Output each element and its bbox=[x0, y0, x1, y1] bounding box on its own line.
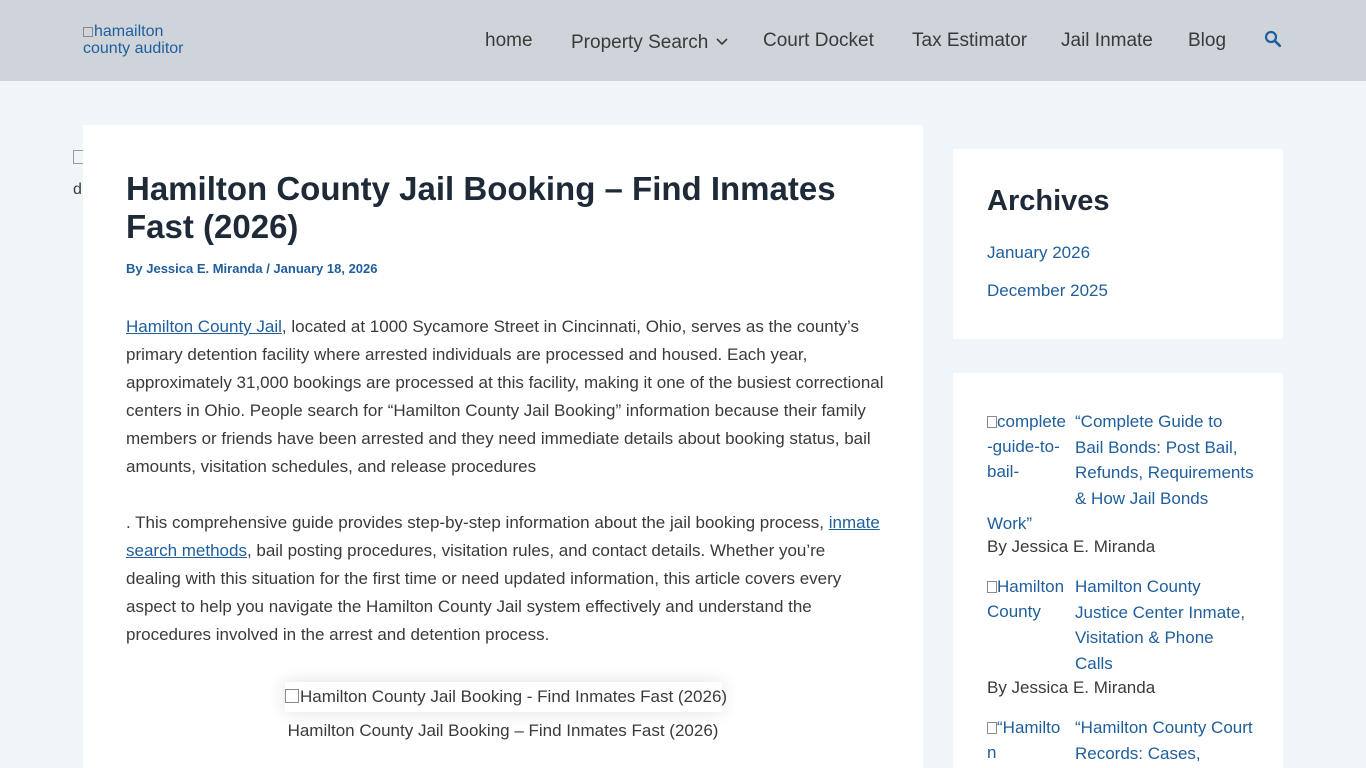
broken-side-image: d bbox=[73, 150, 83, 200]
search-icon[interactable] bbox=[1264, 30, 1282, 48]
post-title-link[interactable]: “Hamilton County Court Records: Cases, bbox=[1075, 715, 1255, 766]
post-title-link[interactable]: “Complete Guide to Bail Bonds: Post Bail… bbox=[1075, 409, 1255, 511]
meta-separator: / bbox=[262, 261, 274, 276]
archives-widget: Archives January 2026 December 2025 bbox=[953, 149, 1283, 339]
post-title-link[interactable]: Hamilton County Justice Center Inmate, V… bbox=[1075, 574, 1255, 676]
post-thumbnail[interactable]: complete-guide-to-bail- bbox=[987, 409, 1067, 484]
thumbnail-alt: complete-guide-to-bail- bbox=[987, 412, 1066, 481]
nav-item-home[interactable]: home bbox=[485, 30, 533, 52]
paragraph-text: , located at 1000 Sycamore Street in Cin… bbox=[126, 317, 884, 476]
logo-alt-text: hamailton county auditor bbox=[83, 23, 184, 57]
broken-image-icon bbox=[285, 689, 299, 703]
archives-title: Archives bbox=[987, 185, 1110, 217]
page-title: Hamilton County Jail Booking – Find Inma… bbox=[126, 170, 836, 245]
broken-image-icon bbox=[987, 722, 997, 734]
nav-item-blog[interactable]: Blog bbox=[1188, 30, 1226, 52]
article-paragraph-2: . This comprehensive guide provides step… bbox=[126, 509, 884, 649]
image-alt-fragment: d bbox=[73, 181, 82, 198]
meta-by: By bbox=[126, 261, 147, 276]
site-logo[interactable]: hamailton county auditor bbox=[83, 23, 203, 57]
thumbnail-alt: Hamilton County bbox=[987, 577, 1065, 621]
featured-image: Hamilton County Jail Booking - Find Inma… bbox=[285, 682, 727, 712]
hamilton-county-jail-link[interactable]: Hamilton County Jail bbox=[126, 317, 282, 336]
post-date: January 18, 2026 bbox=[273, 261, 378, 276]
thumbnail-alt: “Hamilton bbox=[987, 718, 1061, 762]
nav-item-court-docket[interactable]: Court Docket bbox=[763, 30, 874, 52]
post-meta: By Jessica E. Miranda / January 18, 2026 bbox=[126, 261, 378, 276]
post-title-link-tail[interactable]: Work” bbox=[987, 511, 1032, 536]
broken-image-icon bbox=[83, 27, 93, 37]
broken-image-icon bbox=[987, 581, 997, 593]
paragraph-lead: . This comprehensive guide provides step… bbox=[126, 513, 829, 532]
archive-link-december-2025[interactable]: December 2025 bbox=[987, 281, 1108, 301]
post-author: By Jessica E. Miranda bbox=[987, 678, 1156, 697]
image-caption: Hamilton County Jail Booking – Find Inma… bbox=[287, 721, 719, 740]
author-link[interactable]: Jessica E. Miranda bbox=[146, 261, 262, 276]
nav-item-property-search[interactable]: Property Search bbox=[571, 30, 728, 54]
post-thumbnail[interactable]: “Hamilton bbox=[987, 715, 1067, 765]
article-paragraph-1: Hamilton County Jail, located at 1000 Sy… bbox=[126, 313, 884, 481]
post-author: By Jessica E. Miranda bbox=[987, 537, 1156, 556]
nav-item-jail-inmate[interactable]: Jail Inmate bbox=[1061, 30, 1153, 52]
chevron-down-icon bbox=[716, 30, 728, 52]
broken-image-icon bbox=[73, 150, 83, 164]
article: Hamilton County Jail Booking – Find Inma… bbox=[83, 125, 923, 768]
nav-item-tax-estimator[interactable]: Tax Estimator bbox=[912, 30, 1027, 52]
post-thumbnail[interactable]: Hamilton County bbox=[987, 574, 1067, 624]
recent-posts-widget: complete-guide-to-bail- “Complete Guide … bbox=[953, 373, 1283, 768]
featured-image-alt: Hamilton County Jail Booking - Find Inma… bbox=[300, 687, 728, 706]
site-header: hamailton county auditor home Property S… bbox=[0, 0, 1366, 81]
nav-item-label: Property Search bbox=[571, 32, 709, 53]
archive-link-january-2026[interactable]: January 2026 bbox=[987, 243, 1090, 263]
broken-image-icon bbox=[987, 416, 997, 428]
